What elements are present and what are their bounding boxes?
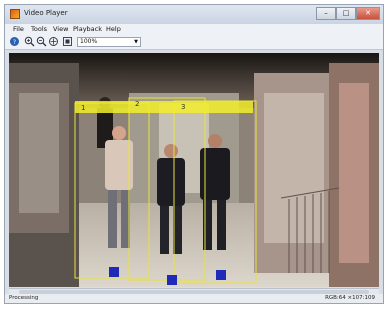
zoom-out-icon[interactable] bbox=[36, 36, 47, 47]
maximize-button[interactable]: □ bbox=[336, 7, 356, 20]
track-label-1: 1 bbox=[81, 104, 85, 112]
track-label-band bbox=[75, 101, 253, 113]
window-title: Video Player bbox=[24, 9, 68, 17]
zoom-value: 100% bbox=[80, 38, 98, 45]
menu-file[interactable]: File bbox=[13, 25, 24, 33]
menu-help[interactable]: Help bbox=[106, 25, 121, 33]
minimize-button[interactable]: – bbox=[316, 7, 336, 20]
status-text: Processing bbox=[9, 295, 39, 301]
chevron-down-icon: ▼ bbox=[134, 39, 138, 45]
toolbar: ? 100% ▼ bbox=[5, 35, 383, 50]
zoom-in-icon[interactable] bbox=[24, 36, 35, 47]
status-bar: Processing RGB:64 ×107:109 bbox=[5, 294, 383, 303]
video-frame[interactable]: 1 2 3 bbox=[9, 53, 379, 287]
menu-playback[interactable]: Playback bbox=[73, 25, 102, 33]
pan-icon[interactable] bbox=[48, 36, 59, 47]
menu-bar: File Tools View Playback Help bbox=[5, 24, 383, 35]
fit-icon[interactable] bbox=[62, 36, 73, 47]
track-marker-1 bbox=[109, 267, 119, 277]
help-icon[interactable]: ? bbox=[9, 36, 20, 47]
video-player-window: Video Player – □ ✕ File Tools View Playb… bbox=[4, 4, 384, 304]
svg-text:?: ? bbox=[13, 39, 16, 46]
close-button[interactable]: ✕ bbox=[356, 7, 380, 20]
title-bar[interactable]: Video Player – □ ✕ bbox=[5, 5, 383, 24]
video-scene: 1 2 3 bbox=[9, 53, 379, 287]
menu-tools[interactable]: Tools bbox=[31, 25, 47, 33]
menu-view[interactable]: View bbox=[53, 25, 68, 33]
zoom-select[interactable]: 100% ▼ bbox=[77, 37, 141, 47]
app-icon bbox=[10, 9, 20, 19]
track-label-3: 3 bbox=[181, 103, 185, 111]
pixel-info: RGB:64 ×107:109 bbox=[325, 295, 375, 301]
track-marker-2 bbox=[167, 275, 177, 285]
track-marker-3 bbox=[216, 270, 226, 280]
track-label-2: 2 bbox=[135, 100, 139, 108]
